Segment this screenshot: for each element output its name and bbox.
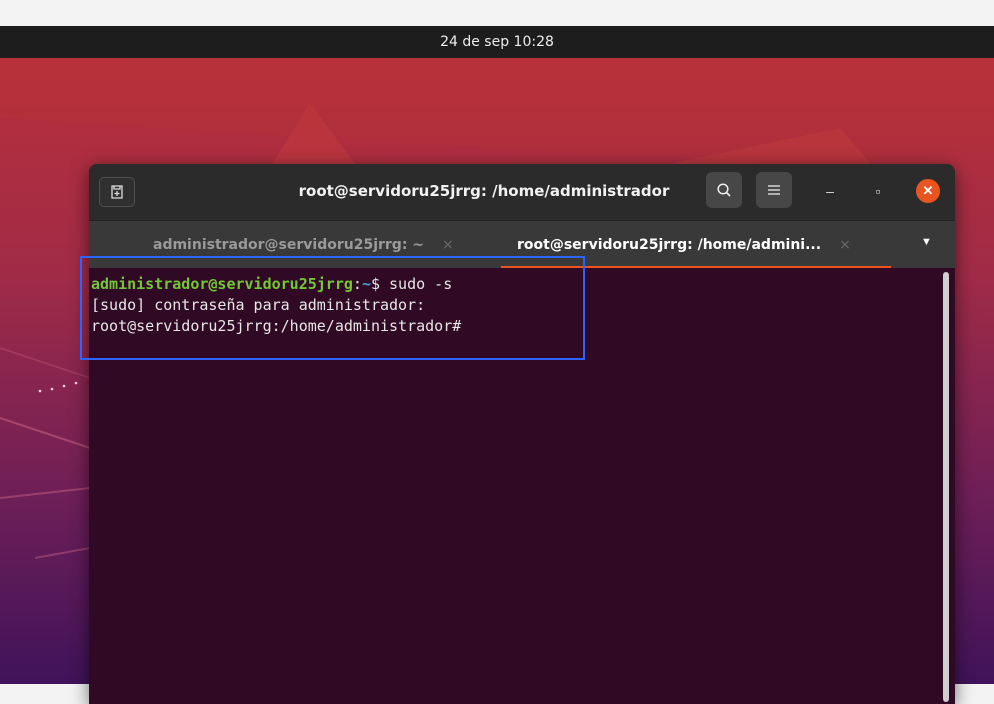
maximize-button[interactable]: ▫	[866, 179, 890, 203]
clock-date[interactable]: 24 de sep 10:28	[440, 34, 554, 50]
new-tab-icon	[111, 185, 123, 199]
maximize-icon: ▫	[875, 183, 881, 199]
close-button[interactable]: ✕	[916, 179, 940, 203]
menu-button[interactable]	[756, 172, 792, 208]
annotation-highlight-box	[80, 256, 585, 360]
minimize-button[interactable]: –	[818, 179, 842, 203]
tab-list-dropdown-icon[interactable]: ▼	[921, 236, 932, 248]
tab-close-icon[interactable]: ×	[442, 237, 454, 253]
terminal-window: root@servidoru25jrrg: /home/administrado…	[89, 164, 955, 704]
tab-close-icon[interactable]: ×	[839, 237, 851, 253]
minimize-icon: –	[826, 183, 834, 199]
system-top-bar: 24 de sep 10:28	[0, 26, 994, 58]
window-headerbar: root@servidoru25jrrg: /home/administrado…	[89, 164, 955, 220]
hamburger-menu-icon	[768, 185, 780, 195]
tab-label: administrador@servidoru25jrrg: ~	[153, 237, 425, 253]
new-tab-button[interactable]	[99, 177, 135, 207]
close-icon: ✕	[922, 183, 934, 198]
tab-label: root@servidoru25jrrg: /home/admini...	[517, 237, 822, 253]
window-title: root@servidoru25jrrg: /home/administrado…	[298, 182, 670, 200]
terminal-scrollbar[interactable]	[943, 272, 949, 702]
screen-top-margin	[0, 0, 994, 26]
search-icon	[717, 183, 731, 197]
search-button[interactable]	[706, 172, 742, 208]
